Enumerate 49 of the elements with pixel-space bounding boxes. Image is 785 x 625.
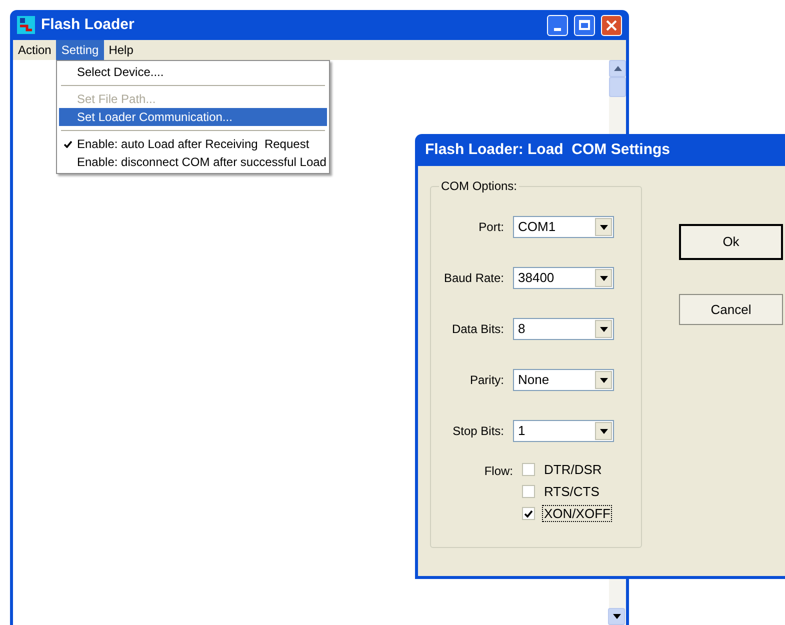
dialog-button[interactable]: Ok: [679, 224, 783, 260]
checkbox[interactable]: [522, 463, 535, 476]
checkbox-label: XON/XOFF: [542, 505, 612, 522]
scroll-down-button[interactable]: [608, 608, 625, 625]
field-label: Flow:: [483, 463, 514, 480]
scroll-thumb[interactable]: [609, 77, 626, 97]
checkbox-label: DTR/DSR: [543, 461, 603, 478]
caret-icon: [600, 326, 608, 332]
dropdown-field[interactable]: 1: [513, 420, 614, 442]
dropdown-field[interactable]: COM1: [513, 216, 614, 238]
menu-entry[interactable]: Enable: auto Load after Receiving Request: [77, 135, 310, 153]
close-icon: [606, 20, 617, 30]
caret-icon: [600, 428, 608, 434]
down-arrow-icon: [612, 614, 620, 619]
dropdown-field[interactable]: 38400: [513, 267, 614, 289]
menu-entry[interactable]: Select Device....: [59, 63, 327, 81]
menu-item[interactable]: Setting: [56, 40, 104, 60]
caret-icon: [600, 276, 608, 280]
dropdown-button[interactable]: [595, 371, 612, 389]
field-label: Baud Rate:: [442, 270, 505, 287]
dropdown-button[interactable]: [595, 422, 612, 440]
scroll-up-button[interactable]: [609, 60, 626, 77]
field-label: Data Bits:: [450, 321, 505, 338]
field-label: Parity:: [468, 372, 505, 389]
checkbox[interactable]: [522, 485, 535, 498]
window-title: Flash Loader: [41, 14, 136, 35]
dropdown-field[interactable]: None: [513, 369, 614, 391]
caret-icon: [600, 224, 608, 230]
app-icon: [17, 16, 35, 34]
field-label: Stop Bits:: [452, 423, 505, 440]
menu-entry[interactable]: Enable: disconnect COM after successful Load: [77, 153, 326, 171]
dialog-title: Flash Loader: Load COM Settings: [425, 140, 670, 160]
maximize-button[interactable]: [574, 14, 595, 36]
dropdown-field[interactable]: 8: [513, 318, 614, 340]
checkbox[interactable]: [522, 507, 535, 520]
close-button[interactable]: [601, 14, 622, 36]
menu-entry[interactable]: Set Loader Communication...: [59, 108, 327, 126]
checkbox-label: RTS/CTS: [543, 483, 600, 500]
menu-item[interactable]: Action: [13, 40, 56, 60]
caret-icon: [600, 378, 608, 382]
dropdown-button[interactable]: [595, 218, 612, 236]
minimize-button[interactable]: [547, 14, 568, 36]
up-arrow-icon: [614, 66, 622, 71]
dropdown-button[interactable]: [595, 269, 612, 287]
group-label: COM Options:: [439, 179, 520, 193]
dropdown-button[interactable]: [595, 320, 612, 338]
field-label: Port:: [478, 219, 505, 236]
menu-item[interactable]: Help: [104, 40, 138, 60]
dialog-button[interactable]: Cancel: [679, 294, 783, 325]
